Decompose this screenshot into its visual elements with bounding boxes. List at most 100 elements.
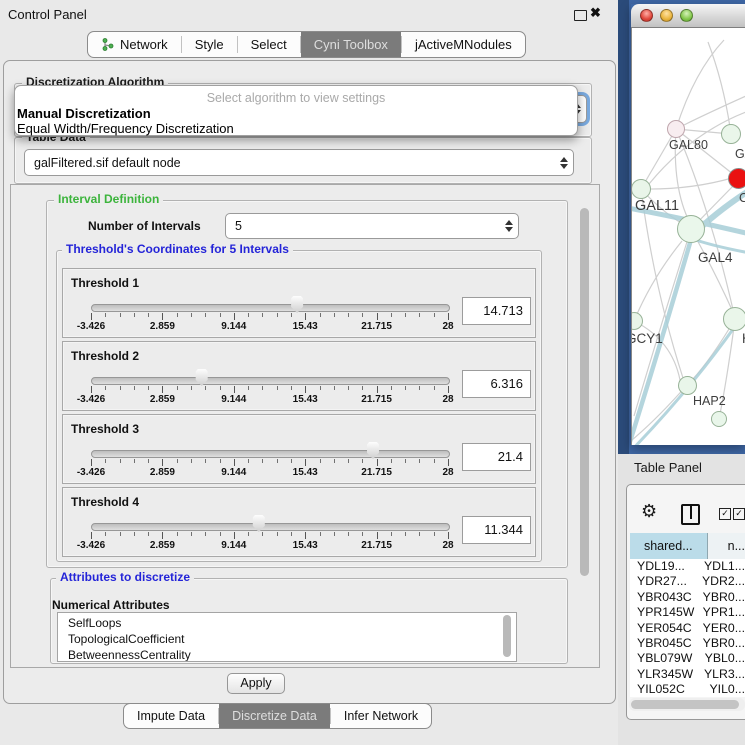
thresholds-group-title: Threshold's Coordinates for 5 Intervals [62,243,293,256]
major-tick [305,313,306,320]
minor-tick [291,459,292,463]
minor-tick [362,459,363,463]
table-row[interactable]: YIL052CYIL0... [630,682,745,697]
minor-tick [105,532,106,536]
popup-option-equal-width-frequency[interactable]: Equal Width/Frequency Discretization [17,121,234,136]
threshold-panel-2: Threshold 2-3.4262.8599.14415.4321.71528… [62,341,536,411]
attribute-item-topologicalcoefficient[interactable]: TopologicalCoefficient [68,632,185,646]
network-node-c[interactable] [728,168,745,189]
number-of-intervals-combobox[interactable]: 5 [225,213,519,239]
slider-track[interactable] [91,377,450,385]
node-label-gal11: GAL11 [635,198,679,214]
zoom-traffic-light-button[interactable] [680,9,693,22]
minor-tick [434,459,435,463]
minimize-traffic-light-button[interactable] [660,9,673,22]
table-row[interactable]: YER054CYER0... [630,621,745,636]
tick-label: 9.144 [209,467,259,478]
tick-label: 21.715 [352,394,402,405]
table-row[interactable]: YBR045CYBR0... [630,636,745,651]
minor-tick [334,386,335,390]
table-panel-title: Table Panel [634,460,702,475]
minor-tick [134,459,135,463]
network-node-ga[interactable] [721,124,741,144]
table-row[interactable]: YPR145WYPR1... [630,605,745,620]
table-row[interactable]: YDL19...YDL1... [630,559,745,574]
minor-tick [405,532,406,536]
cell-name: YDL1... [700,559,745,574]
gear-icon[interactable]: ⚙ [641,501,657,522]
tab-impute-data[interactable]: Impute Data [124,704,218,728]
column-header-shared[interactable]: shared... [630,533,708,559]
minor-tick [362,313,363,317]
split-view-icon[interactable] [681,504,700,525]
threshold-value-field[interactable]: 11.344 [462,516,531,544]
slider-track[interactable] [91,450,450,458]
attribute-item-selfloops[interactable]: SelfLoops [68,616,121,630]
tab-select[interactable]: Select [238,32,300,57]
close-traffic-light-button[interactable] [640,9,653,22]
tick-label: 15.43 [280,467,330,478]
node-label-gcy1: GCY1 [631,331,663,346]
table-row[interactable]: YBL079WYBL0... [630,651,745,666]
slider-track[interactable] [91,304,450,312]
major-tick [91,532,92,539]
combo-arrows-icon [555,157,573,169]
tab-discretize-data[interactable]: Discretize Data [219,704,330,728]
major-tick [448,313,449,320]
minor-tick [362,532,363,536]
attribute-item-betweennesscentrality[interactable]: BetweennessCentrality [68,648,191,662]
minor-tick [248,459,249,463]
minor-tick [205,532,206,536]
minor-tick [205,386,206,390]
network-node-h[interactable] [723,307,745,331]
network-node-gal80[interactable] [667,120,685,138]
minor-tick [120,459,121,463]
tab-cyni-toolbox[interactable]: Cyni Toolbox [301,32,401,57]
tab-label: jActiveMNodules [415,37,512,52]
tab-label: Discretize Data [232,709,317,723]
close-icon[interactable]: ✖ [590,5,601,21]
threshold-value-field[interactable]: 6.316 [462,370,531,398]
tab-jactivemnodules[interactable]: jActiveMNodules [402,32,525,57]
float-window-icon[interactable] [574,10,587,21]
table-row[interactable]: YDR27...YDR2... [630,574,745,589]
threshold-value-field[interactable]: 21.4 [462,443,531,471]
vertical-scrollbar[interactable] [580,208,589,576]
slider-track[interactable] [91,523,450,531]
major-tick [162,313,163,320]
network-window-titlebar[interactable] [631,4,745,28]
checkbox-icon[interactable]: ✓ [733,508,745,520]
threshold-value-field[interactable]: 14.713 [462,297,531,325]
tab-network[interactable]: Network [88,32,181,57]
cell-shared-name: YER054C [630,621,699,636]
column-header-name[interactable]: n... [708,533,745,559]
apply-button[interactable]: Apply [227,673,285,694]
numerical-attributes-list[interactable]: SelfLoops TopologicalCoefficient Betweenne… [57,612,517,662]
major-tick [305,532,306,539]
attributes-list-scrollbar[interactable] [503,615,511,657]
network-node-gal4[interactable] [677,215,705,243]
network-node-gal11[interactable] [631,179,651,199]
major-tick [91,459,92,466]
major-tick [162,532,163,539]
network-node[interactable] [711,411,727,427]
horizontal-scrollbar-thumb[interactable] [631,700,739,709]
cell-name: YDR2... [698,574,745,589]
minor-tick [148,313,149,317]
table-row[interactable]: YLR345WYLR3... [630,667,745,682]
minor-tick [320,532,321,536]
minor-tick [277,386,278,390]
network-canvas[interactable]: GAL80GACGAL11GAL4GCY1HHAP2 [631,28,745,445]
checkbox-icon[interactable]: ✓ [719,508,731,520]
combo-arrows-icon [500,220,518,232]
table-data-combobox[interactable]: galFiltered.sif default node [24,149,574,176]
major-tick [305,459,306,466]
tab-infer-network[interactable]: Infer Network [331,704,431,728]
table-row[interactable]: YBR043CYBR0... [630,590,745,605]
minor-tick [120,386,121,390]
horizontal-scrollbar[interactable] [629,698,745,711]
tick-label: 15.43 [280,394,330,405]
tab-style[interactable]: Style [182,32,237,57]
popup-option-manual-discretization[interactable]: Manual Discretization [17,106,151,121]
network-node-hap2[interactable] [678,376,697,395]
